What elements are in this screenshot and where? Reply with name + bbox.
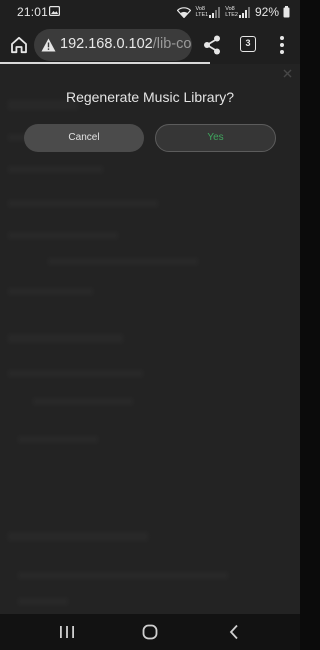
signal-icon xyxy=(238,6,250,18)
share-icon[interactable] xyxy=(202,34,222,56)
sim1-label-bottom: LTE1 xyxy=(195,12,209,18)
status-time: 21:01 xyxy=(17,5,49,19)
status-bar: 21:01 Vo8 LTE1 Vo8 LTE2 92% xyxy=(0,0,300,26)
gallery-icon xyxy=(49,6,60,16)
url-host: 192.168.0.102 xyxy=(60,36,153,52)
address-bar[interactable]: 192.168.0.102/lib-confi xyxy=(34,29,192,61)
wifi-icon xyxy=(177,6,192,18)
dialog-title: Regenerate Music Library? xyxy=(65,89,235,105)
yes-button[interactable]: Yes xyxy=(155,124,276,152)
sim2-volte-label: Vo8 LTE2 xyxy=(225,6,238,18)
url-path: /lib-confi xyxy=(152,36,192,52)
browser-toolbar: 192.168.0.102/lib-confi 3 xyxy=(0,26,300,64)
back-icon[interactable] xyxy=(228,624,240,640)
battery-percent: 92% xyxy=(254,5,279,19)
screen: 21:01 Vo8 LTE1 Vo8 LTE2 92% 192.168.0.10… xyxy=(0,0,300,650)
sim1-volte-label: Vo8 LTE1 xyxy=(195,6,208,18)
tabs-icon[interactable]: 3 xyxy=(240,36,256,52)
sim2-label-bottom: LTE2 xyxy=(225,12,238,18)
system-nav-bar xyxy=(0,614,300,650)
signal-icon xyxy=(209,6,221,18)
url-text[interactable]: 192.168.0.102/lib-confi xyxy=(60,36,192,52)
confirm-dialog: Regenerate Music Library? Cancel Yes xyxy=(0,64,300,164)
warning-icon[interactable] xyxy=(41,38,56,52)
cancel-button[interactable]: Cancel xyxy=(24,124,144,152)
status-icons: Vo8 LTE1 Vo8 LTE2 92% xyxy=(177,3,290,21)
home-icon[interactable] xyxy=(9,35,29,55)
recents-icon[interactable] xyxy=(59,625,75,639)
home-circle-icon[interactable] xyxy=(142,624,158,640)
more-vert-icon[interactable] xyxy=(276,34,288,56)
battery-icon xyxy=(283,6,290,18)
